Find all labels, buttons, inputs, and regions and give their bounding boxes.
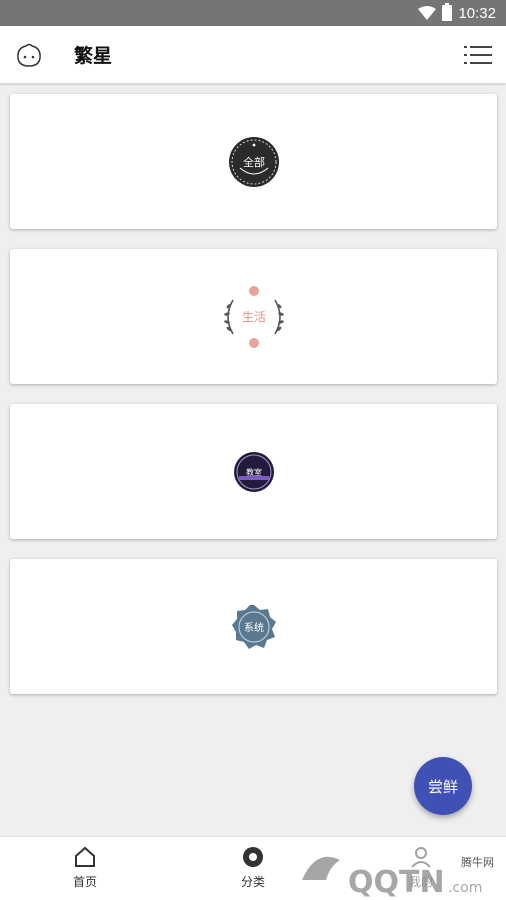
dark-wreath-badge: 全部 — [228, 136, 279, 187]
category-card-life[interactable]: 生活 — [10, 249, 497, 384]
app-bar: 繁星 — [0, 26, 506, 84]
category-card-classroom[interactable]: 教室 — [10, 404, 497, 539]
app-logo-icon[interactable] — [14, 40, 44, 70]
nav-item-profile[interactable]: 我的 — [381, 845, 461, 890]
category-label: 教室 — [246, 467, 262, 477]
category-card-system[interactable]: 系统 — [10, 559, 497, 694]
nav-label-profile: 我的 — [408, 875, 433, 889]
nav-item-home[interactable]: 首页 — [45, 845, 125, 890]
category-icon — [243, 847, 263, 867]
nav-label-home: 首页 — [72, 875, 97, 889]
category-label: 系统 — [244, 621, 264, 634]
battery-icon — [442, 3, 453, 21]
category-list: 全部 生活 教室 系统 — [10, 94, 497, 714]
profile-icon — [411, 847, 431, 868]
bottom-navigation: 首页 分类 我的 — [0, 836, 506, 900]
try-new-fab-button[interactable]: 尝鲜 — [414, 757, 472, 815]
status-bar: 10:32 — [0, 0, 506, 26]
home-icon — [75, 846, 95, 867]
purple-seal-badge: 教室 — [233, 451, 274, 492]
category-label: 生活 — [241, 310, 265, 324]
nav-item-category[interactable]: 分类 — [213, 845, 293, 890]
list-menu-icon[interactable] — [464, 43, 492, 67]
fab-label: 尝鲜 — [427, 777, 458, 796]
wifi-icon — [418, 6, 437, 20]
category-label: 全部 — [243, 155, 265, 169]
status-time: 10:32 — [458, 4, 496, 22]
category-card-all[interactable]: 全部 — [10, 94, 497, 229]
blue-badge: 系统 — [231, 604, 276, 649]
page-title: 繁星 — [74, 45, 113, 67]
nav-label-category: 分类 — [240, 875, 265, 889]
floral-wreath-badge: 生活 — [223, 285, 284, 348]
